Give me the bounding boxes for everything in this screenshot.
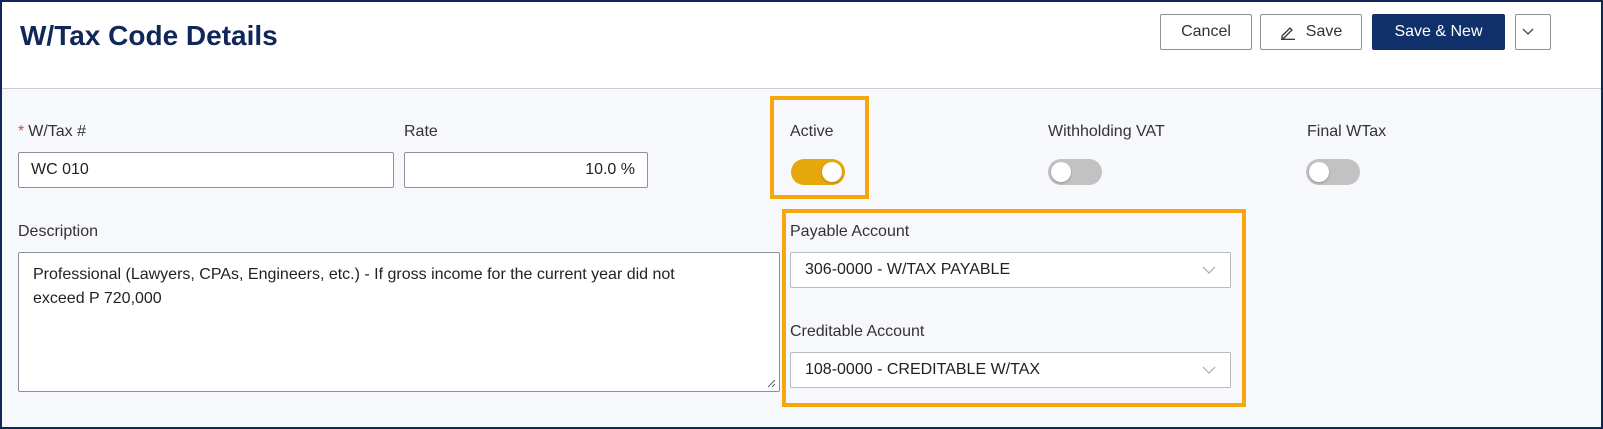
wtax-number-input[interactable]: WC 010 <box>18 152 394 188</box>
final-wtax-label: Final WTax <box>1307 123 1387 140</box>
withholding-vat-toggle-knob <box>1051 162 1071 182</box>
description-label: Description <box>18 223 99 240</box>
withholding-vat-toggle[interactable] <box>1048 159 1102 185</box>
save-and-new-button-label: Save & New <box>1394 23 1483 40</box>
description-textarea[interactable]: Professional (Lawyers, CPAs, Engineers, … <box>18 252 780 392</box>
wtax-number-label: * W/Tax # <box>18 123 86 141</box>
chevron-down-icon <box>1202 366 1216 374</box>
wtax-number-label-text: W/Tax # <box>28 123 87 140</box>
active-toggle[interactable] <box>791 159 845 185</box>
header-bar: W/Tax Code Details Cancel Save Save & Ne… <box>2 2 1601 89</box>
rate-input[interactable]: 10.0 % <box>404 152 648 188</box>
save-button[interactable]: Save <box>1260 14 1362 50</box>
payable-account-label: Payable Account <box>790 223 910 240</box>
required-mark: * <box>18 123 25 140</box>
chevron-down-icon <box>1202 266 1216 274</box>
cancel-button-label: Cancel <box>1181 23 1231 40</box>
window-frame: W/Tax Code Details Cancel Save Save & Ne… <box>0 0 1603 429</box>
payable-account-value: 306-0000 - W/TAX PAYABLE <box>805 261 1011 278</box>
rate-label: Rate <box>404 123 438 140</box>
active-toggle-knob <box>822 162 842 182</box>
page-title: W/Tax Code Details <box>20 20 278 51</box>
resize-handle-icon[interactable] <box>766 378 776 388</box>
final-wtax-toggle-knob <box>1309 162 1329 182</box>
withholding-vat-label: Withholding VAT <box>1048 123 1165 140</box>
pencil-icon <box>1280 27 1295 40</box>
more-actions-dropdown[interactable] <box>1515 14 1551 50</box>
creditable-account-value: 108-0000 - CREDITABLE W/TAX <box>805 361 1041 378</box>
save-button-label: Save <box>1305 23 1343 40</box>
final-wtax-toggle[interactable] <box>1306 159 1360 185</box>
chevron-down-icon <box>1522 28 1534 35</box>
active-label: Active <box>790 123 834 140</box>
payable-account-select[interactable]: 306-0000 - W/TAX PAYABLE <box>790 252 1231 288</box>
description-text: Professional (Lawyers, CPAs, Engineers, … <box>33 266 675 307</box>
creditable-account-label: Creditable Account <box>790 323 925 340</box>
creditable-account-select[interactable]: 108-0000 - CREDITABLE W/TAX <box>790 352 1231 388</box>
cancel-button[interactable]: Cancel <box>1160 14 1252 50</box>
save-and-new-button[interactable]: Save & New <box>1372 14 1505 50</box>
